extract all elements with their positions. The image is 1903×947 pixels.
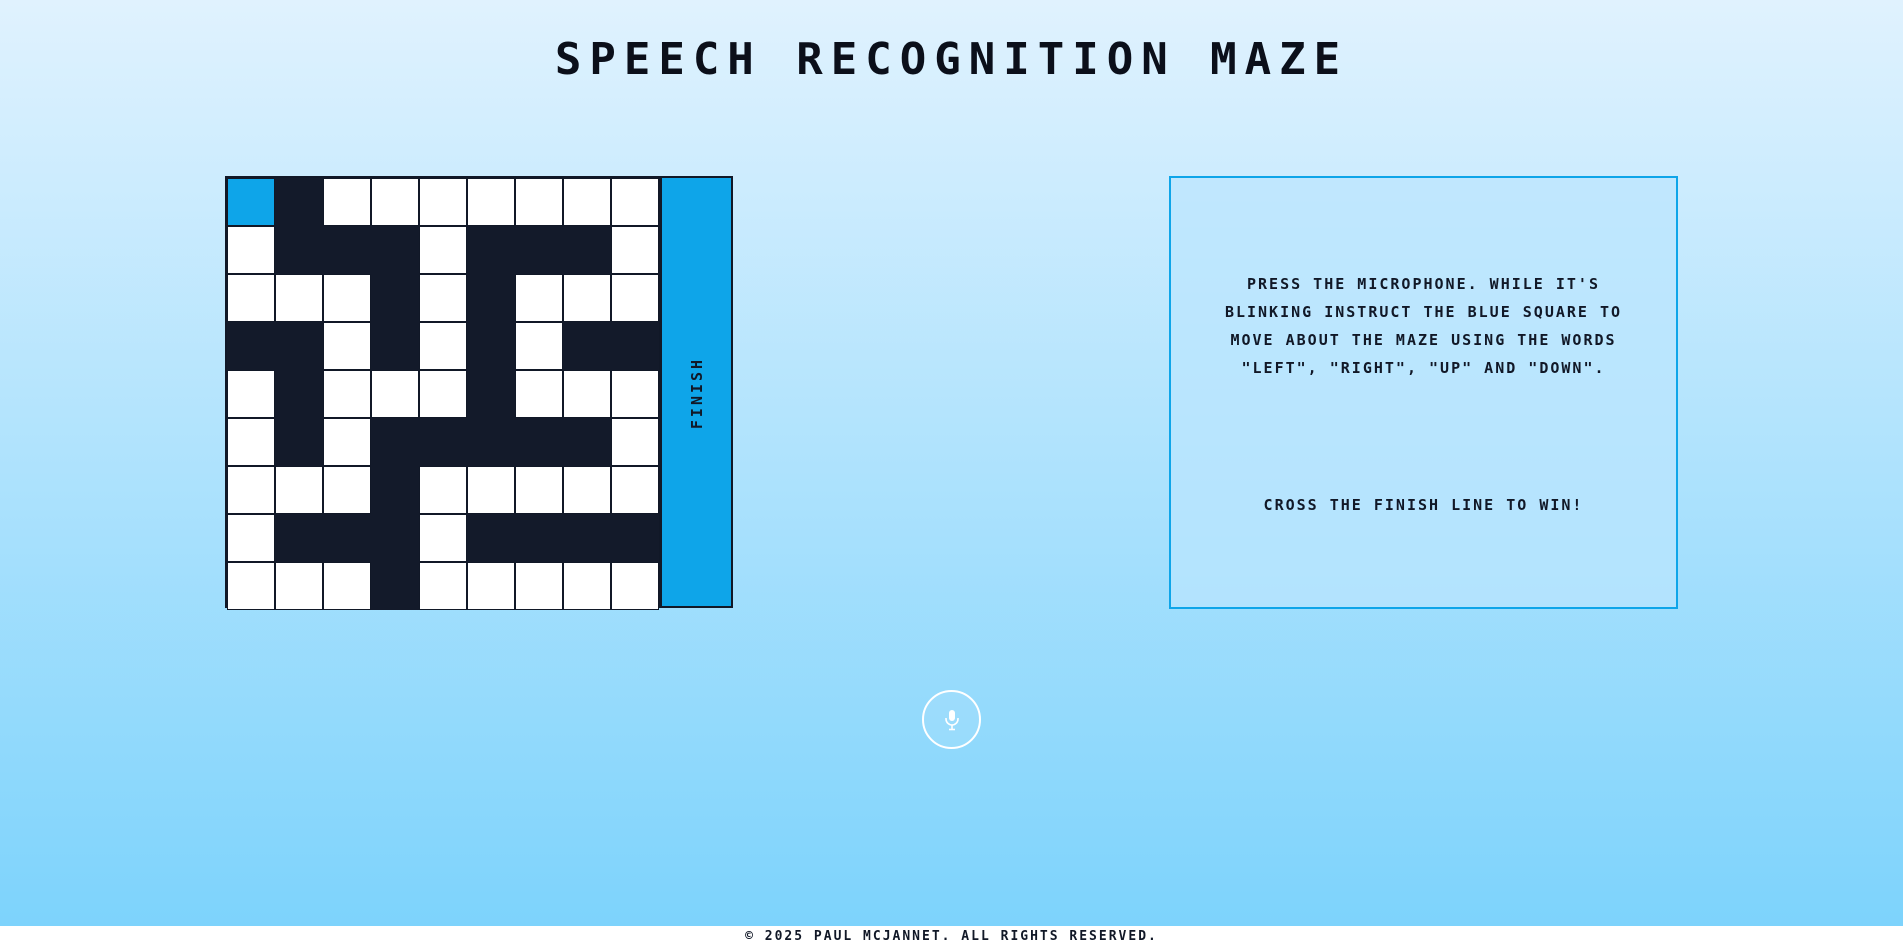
maze-path-cell <box>227 562 275 610</box>
maze-path-cell <box>323 322 371 370</box>
maze-path-cell <box>467 466 515 514</box>
finish-zone: FINISH <box>659 178 731 606</box>
maze-path-cell <box>611 226 659 274</box>
maze-wall-cell <box>611 322 659 370</box>
maze-wall-cell <box>275 178 323 226</box>
maze-wall-cell <box>467 514 515 562</box>
maze-wall-cell <box>275 370 323 418</box>
maze-wall-cell <box>371 274 419 322</box>
finish-label: FINISH <box>687 356 706 430</box>
maze-wall-cell <box>275 226 323 274</box>
maze-path-cell <box>515 274 563 322</box>
maze-path-cell <box>467 562 515 610</box>
maze-path-cell <box>563 466 611 514</box>
maze-path-cell <box>611 466 659 514</box>
player-square <box>227 178 275 226</box>
maze-wall-cell <box>227 322 275 370</box>
maze-path-cell <box>323 370 371 418</box>
page-title: SPEECH RECOGNITION MAZE <box>554 34 1349 85</box>
maze-path-cell <box>275 466 323 514</box>
maze-wall-cell <box>563 322 611 370</box>
maze-path-cell <box>611 178 659 226</box>
footer-copyright: © 2025 Paul McJannet. All rights reserve… <box>0 926 1903 947</box>
maze-grid <box>227 178 659 610</box>
maze-path-cell <box>371 178 419 226</box>
maze-path-cell <box>467 178 515 226</box>
maze-wall-cell <box>419 418 467 466</box>
maze-path-cell <box>515 466 563 514</box>
maze-path-cell <box>227 514 275 562</box>
maze-wall-cell <box>467 322 515 370</box>
maze-wall-cell <box>371 322 419 370</box>
maze-path-cell <box>419 274 467 322</box>
maze-path-cell <box>419 514 467 562</box>
maze-wall-cell <box>371 514 419 562</box>
instructions-text: Press the microphone. While it's blinkin… <box>1224 275 1623 377</box>
maze-path-cell <box>515 370 563 418</box>
maze-path-cell <box>419 226 467 274</box>
maze-wall-cell <box>275 418 323 466</box>
maze-path-cell <box>515 178 563 226</box>
maze-wall-cell <box>371 418 419 466</box>
maze-path-cell <box>323 466 371 514</box>
maze-path-cell <box>323 418 371 466</box>
maze-path-cell <box>611 274 659 322</box>
maze-wall-cell <box>515 418 563 466</box>
maze-path-cell <box>563 274 611 322</box>
maze-path-cell <box>563 562 611 610</box>
maze-path-cell <box>419 562 467 610</box>
maze-path-cell <box>227 370 275 418</box>
maze-wall-cell <box>467 418 515 466</box>
maze-path-cell <box>323 274 371 322</box>
maze-path-cell <box>323 178 371 226</box>
maze-path-cell <box>227 418 275 466</box>
maze-path-cell <box>611 370 659 418</box>
maze-path-cell <box>227 466 275 514</box>
microphone-button[interactable] <box>922 690 981 749</box>
maze-wall-cell <box>275 322 323 370</box>
maze-wall-cell <box>467 274 515 322</box>
maze-path-cell <box>275 274 323 322</box>
maze-path-cell <box>419 178 467 226</box>
maze-wall-cell <box>275 514 323 562</box>
microphone-icon <box>944 709 959 730</box>
maze-wall-cell <box>323 226 371 274</box>
maze-path-cell <box>419 466 467 514</box>
maze-path-cell <box>515 322 563 370</box>
maze-wall-cell <box>323 514 371 562</box>
maze-path-cell <box>419 322 467 370</box>
goal-text: Cross the finish line to win! <box>1263 496 1584 514</box>
maze-wall-cell <box>515 226 563 274</box>
maze-wall-cell <box>515 514 563 562</box>
maze-path-cell <box>611 418 659 466</box>
maze-path-cell <box>515 562 563 610</box>
maze-path-cell <box>563 370 611 418</box>
maze-wall-cell <box>371 466 419 514</box>
maze-wall-cell <box>467 226 515 274</box>
maze-wall-cell <box>563 418 611 466</box>
maze-path-cell <box>227 226 275 274</box>
instructions-panel: Press the microphone. While it's blinkin… <box>1169 176 1678 609</box>
maze-path-cell <box>611 562 659 610</box>
maze-wall-cell <box>563 226 611 274</box>
maze-wall-cell <box>371 226 419 274</box>
maze-wall-cell <box>371 562 419 610</box>
maze-wall-cell <box>563 514 611 562</box>
maze-path-cell <box>323 562 371 610</box>
maze-path-cell <box>419 370 467 418</box>
maze-path-cell <box>563 178 611 226</box>
maze-wall-cell <box>611 514 659 562</box>
maze-path-cell <box>227 274 275 322</box>
maze-wall-cell <box>467 370 515 418</box>
maze-board: FINISH <box>225 176 733 610</box>
maze-path-cell <box>275 562 323 610</box>
maze-path-cell <box>371 370 419 418</box>
